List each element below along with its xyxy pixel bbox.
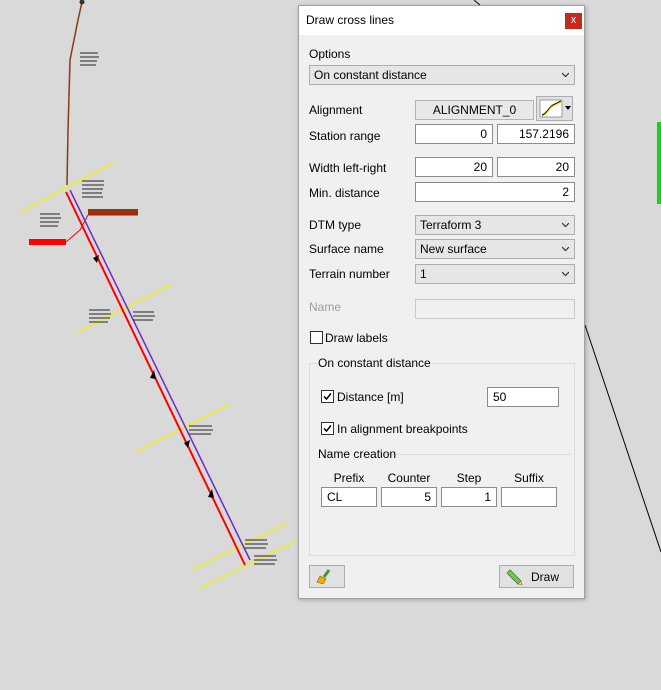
cross-line (135, 403, 231, 453)
distance-checkbox[interactable] (321, 390, 334, 403)
surface-name-value: New surface (420, 242, 487, 256)
dtm-type-label: DTM type (309, 218, 362, 232)
station-to-input[interactable]: 157.2196 (497, 124, 575, 144)
suffix-column-header: Suffix (514, 471, 544, 485)
width-label: Width left-right (309, 161, 387, 175)
checkmark-icon (323, 393, 332, 401)
green-element (657, 122, 661, 204)
station-label (80, 52, 99, 66)
terrain-block (88, 209, 138, 215)
chevron-down-icon (562, 72, 569, 78)
alignment-field: ALIGNMENT_0 (415, 100, 534, 120)
distance-input[interactable]: 50 (487, 387, 559, 407)
breakpoints-label: In alignment breakpoints (337, 422, 468, 436)
step-input[interactable]: 1 (441, 487, 497, 507)
width-right-input[interactable]: 20 (497, 157, 575, 177)
vertex-marker (79, 0, 85, 5)
station-range-label: Station range (309, 129, 381, 143)
offset-line (69, 189, 251, 561)
options-select-value: On constant distance (314, 68, 427, 82)
draw-labels-label: Draw labels (325, 331, 388, 345)
dtm-type-value: Terraform 3 (420, 218, 482, 232)
constant-distance-group-title: On constant distance (317, 356, 432, 370)
red-block (29, 239, 66, 245)
chevron-down-icon (562, 246, 569, 252)
station-label (189, 425, 213, 435)
alignment-label: Alignment (309, 103, 363, 117)
suffix-input[interactable] (501, 487, 557, 507)
dialog-title: Draw cross lines (306, 13, 395, 27)
width-left-input[interactable]: 20 (415, 157, 493, 177)
name-input (415, 299, 575, 319)
checkmark-icon (323, 425, 332, 433)
drawing-line (584, 324, 661, 553)
draw-labels-checkbox[interactable] (310, 331, 323, 344)
dtm-type-select[interactable]: Terraform 3 (415, 215, 575, 235)
dialog-titlebar[interactable]: Draw cross lines x (299, 6, 584, 35)
chevron-down-icon (562, 271, 569, 277)
cross-line (19, 162, 114, 213)
draw-button-label: Draw (531, 570, 560, 584)
pencil-icon (506, 569, 523, 586)
alignment-pick-icon (539, 99, 571, 118)
breakpoints-checkbox[interactable] (321, 422, 334, 435)
distance-label: Distance [m] (337, 390, 404, 404)
terrain-number-value: 1 (420, 267, 427, 281)
counter-column-header: Counter (387, 471, 431, 485)
counter-input[interactable]: 5 (381, 487, 437, 507)
terrain-line (66, 1, 83, 186)
draw-button[interactable]: Draw (499, 565, 574, 588)
close-button[interactable]: x (565, 13, 582, 29)
station-from-input[interactable]: 0 (415, 124, 493, 144)
chevron-down-icon (562, 222, 569, 228)
draw-cross-lines-dialog: Draw cross lines x Options On constant d… (298, 5, 585, 599)
min-distance-input[interactable]: 2 (415, 182, 575, 202)
cross-line (77, 283, 173, 333)
brush-icon (316, 569, 331, 585)
options-label: Options (309, 47, 351, 61)
min-distance-label: Min. distance (309, 186, 380, 200)
pick-alignment-button[interactable] (536, 96, 573, 121)
name-label: Name (309, 300, 342, 314)
cross-line (191, 522, 288, 571)
station-label (89, 309, 155, 323)
surface-name-select[interactable]: New surface (415, 239, 575, 259)
surface-name-label: Surface name (309, 242, 384, 256)
terrain-number-select[interactable]: 1 (415, 264, 575, 284)
prefix-column-header: Prefix (333, 471, 365, 485)
name-creation-title: Name creation (318, 447, 397, 461)
step-column-header: Step (456, 471, 482, 485)
name-creation-separator (381, 454, 571, 455)
prefix-input[interactable]: CL (321, 487, 377, 507)
options-select[interactable]: On constant distance (309, 65, 575, 85)
clean-button[interactable] (309, 565, 345, 588)
terrain-number-label: Terrain number (309, 267, 390, 281)
